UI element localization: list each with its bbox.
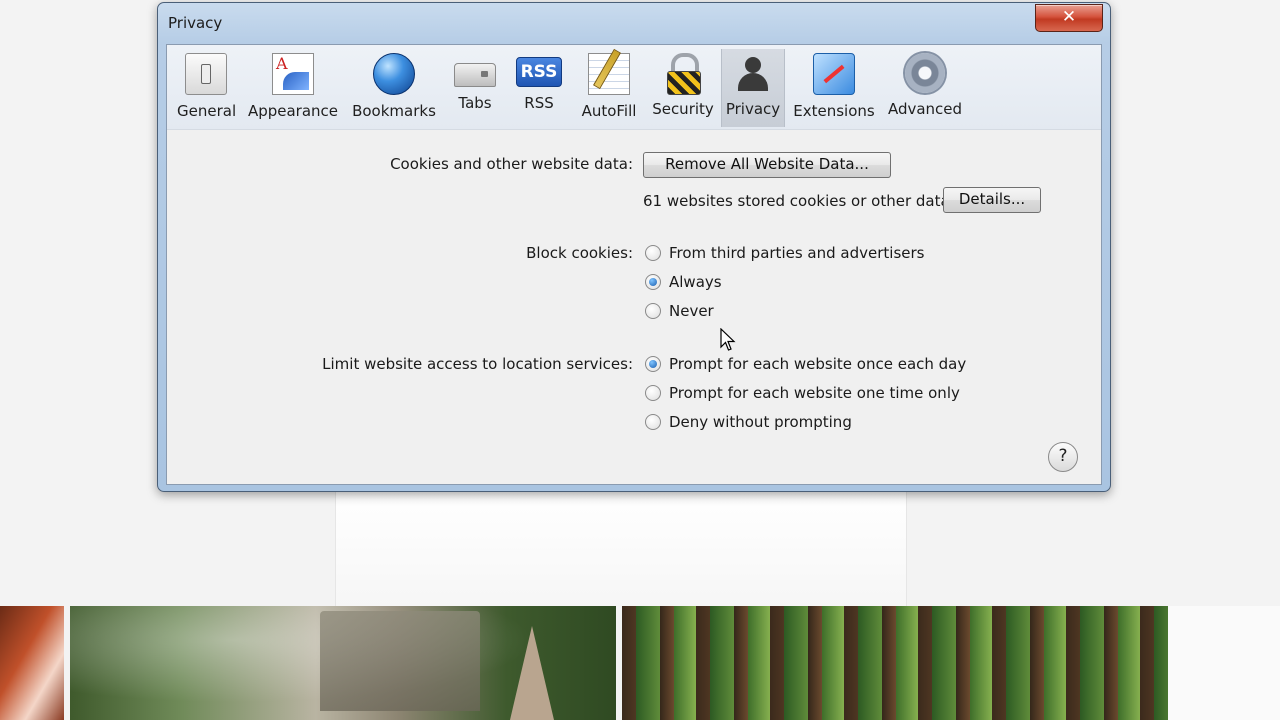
- cookies-label: Cookies and other website data:: [390, 155, 633, 173]
- tab-autofill[interactable]: AutoFill: [577, 49, 641, 127]
- tab-rss[interactable]: RSS RSS: [515, 49, 563, 127]
- window-title: Privacy: [168, 14, 223, 32]
- radio-label: Deny without prompting: [669, 413, 852, 431]
- privacy-preferences-window: Privacy ✕ General Appearance Bookmarks T…: [157, 2, 1111, 492]
- remove-all-website-data-button[interactable]: Remove All Website Data...: [643, 152, 891, 178]
- tab-bookmarks[interactable]: Bookmarks: [351, 49, 437, 127]
- background-photo-1[interactable]: [0, 606, 64, 720]
- globe-icon: [373, 53, 415, 95]
- radio-button-selected[interactable]: [645, 274, 661, 290]
- tab-autofill-label: AutoFill: [581, 102, 637, 120]
- tab-security[interactable]: Security: [651, 49, 715, 127]
- tab-tabs-label: Tabs: [458, 94, 492, 112]
- tab-appearance-label: Appearance: [247, 102, 339, 120]
- radio-button[interactable]: [645, 385, 661, 401]
- tab-extensions-label: Extensions: [793, 102, 875, 120]
- autofill-icon: [588, 53, 630, 95]
- tab-appearance[interactable]: Appearance: [247, 49, 339, 127]
- tab-general[interactable]: General: [177, 49, 237, 127]
- cursor-arrow-icon: [720, 328, 736, 351]
- close-button[interactable]: ✕: [1035, 4, 1103, 32]
- block-cookies-label: Block cookies:: [526, 244, 633, 262]
- radio-label: Prompt for each website one time only: [669, 384, 960, 402]
- tab-rss-label: RSS: [524, 94, 554, 112]
- tab-privacy[interactable]: Privacy: [721, 49, 785, 127]
- radio-label: Prompt for each website once each day: [669, 355, 967, 373]
- rss-icon: RSS: [516, 57, 562, 87]
- details-button[interactable]: Details...: [943, 187, 1041, 213]
- radio-button-selected[interactable]: [645, 356, 661, 372]
- background-photo-2[interactable]: [70, 606, 616, 720]
- help-icon: ?: [1058, 446, 1068, 466]
- help-button[interactable]: ?: [1048, 442, 1078, 472]
- photo-sail-shape: [510, 626, 554, 720]
- radio-button[interactable]: [645, 245, 661, 261]
- extensions-icon: [813, 53, 855, 95]
- tab-advanced-label: Advanced: [887, 100, 963, 118]
- preferences-content: General Appearance Bookmarks Tabs RSS RS…: [166, 44, 1102, 485]
- tab-bookmarks-label: Bookmarks: [352, 102, 436, 120]
- radio-label: Never: [669, 302, 714, 320]
- photo-bridge-shape: [320, 611, 480, 711]
- close-icon: ✕: [1061, 7, 1077, 27]
- radio-button[interactable]: [645, 414, 661, 430]
- radio-button[interactable]: [645, 303, 661, 319]
- preferences-toolbar: General Appearance Bookmarks Tabs RSS RS…: [167, 45, 1101, 130]
- stored-cookies-count: 61 websites stored cookies or other data: [643, 192, 950, 210]
- tab-security-label: Security: [652, 100, 714, 118]
- tab-general-label: General: [177, 102, 237, 120]
- lock-icon: [663, 53, 703, 95]
- person-icon: [733, 53, 773, 93]
- location-services-label: Limit website access to location service…: [322, 355, 633, 373]
- appearance-icon: [272, 53, 314, 95]
- background-photo-3[interactable]: [622, 606, 1168, 720]
- radio-label: From third parties and advertisers: [669, 244, 925, 262]
- gear-icon: [905, 53, 945, 93]
- tab-tabs[interactable]: Tabs: [451, 49, 499, 127]
- general-icon: [185, 53, 227, 95]
- radio-label: Always: [669, 273, 722, 291]
- tabs-icon: [454, 63, 496, 87]
- tab-privacy-label: Privacy: [725, 100, 781, 118]
- tab-extensions[interactable]: Extensions: [793, 49, 875, 127]
- title-bar[interactable]: Privacy ✕: [158, 3, 1110, 43]
- tab-advanced[interactable]: Advanced: [885, 49, 965, 127]
- background-blank-strip: [1168, 606, 1280, 720]
- background-page-panel: [335, 490, 907, 610]
